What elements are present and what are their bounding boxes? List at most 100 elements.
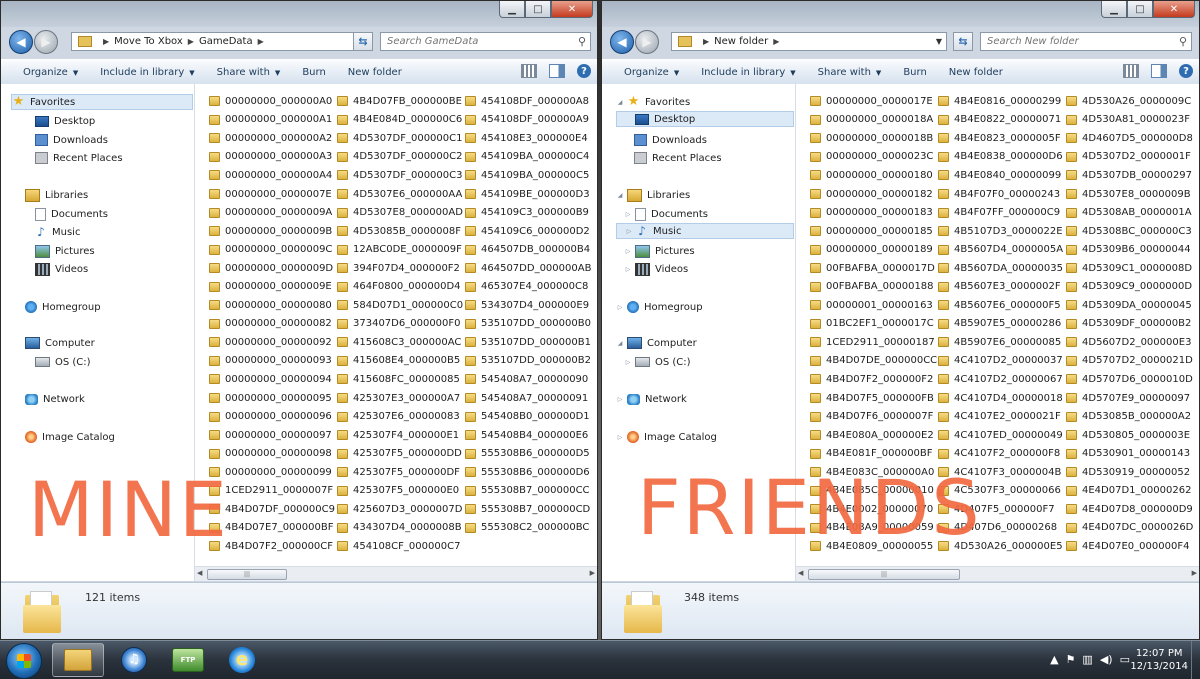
file-item[interactable]: 454108E3_000000E4 [465,129,593,148]
file-item[interactable]: 4D5307DF_000000C2 [337,148,465,167]
file-item[interactable]: 454109BA_000000C5 [465,166,593,185]
file-item[interactable]: 4B4F07F0_00000243 [938,185,1066,204]
file-item[interactable]: 00000000_00000099 [209,463,337,482]
file-item[interactable]: 4B4D07F5_000000FB [810,389,938,408]
file-item[interactable]: 415608C3_000000AC [337,333,465,352]
nav-videos[interactable]: Videos [35,261,88,277]
nav-libraries[interactable]: ◢ Libraries [616,187,690,203]
file-item[interactable]: 394F07D4_000000F2 [337,259,465,278]
file-item[interactable]: 01BC2EF1_0000017C [810,315,938,334]
file-item[interactable]: 4B4D07FB_000000BE [337,92,465,111]
file-item[interactable]: 4B4D07F2_000000F2 [810,370,938,389]
nav-libraries[interactable]: Libraries [25,187,88,203]
file-item[interactable]: 00000000_000000A4 [209,166,337,185]
file-item[interactable]: 4B4E085C_00000010 [810,481,938,500]
file-item[interactable]: 00000000_00000098 [209,444,337,463]
breadcrumb-item[interactable]: Move To Xbox [114,36,183,47]
file-item[interactable]: 4E4D07E0_000000F4 [1066,537,1194,556]
navigation-pane[interactable]: ★ Favorites Desktop Downloads Recent Plac… [1,84,195,581]
file-item[interactable]: 425307E3_000000A7 [337,389,465,408]
file-item[interactable]: 4D530A26_000000E5 [938,537,1066,556]
address-dropdown-icon[interactable]: ▼ [936,37,942,46]
file-item[interactable]: 4B4D07F6_0000007F [810,407,938,426]
file-item[interactable]: 4C4107D2_00000037 [938,352,1066,371]
nav-homegroup[interactable]: Homegroup [25,299,101,315]
file-item[interactable]: 4D5307E6_000000AA [337,185,465,204]
file-item[interactable]: 4D5307E8_000000AD [337,203,465,222]
file-item[interactable]: 4D530901_00000143 [1066,444,1194,463]
file-item[interactable]: 00000000_00000096 [209,407,337,426]
file-item[interactable]: 425307F5_000000DD [337,444,465,463]
file-item[interactable]: 535107DD_000000B0 [465,315,593,334]
file-item[interactable]: 4D53085B_0000008F [337,222,465,241]
power-icon[interactable]: ▭ [1120,653,1130,666]
nav-downloads[interactable]: Downloads [35,132,108,148]
nav-music[interactable]: ▷ ♪ Music [616,223,794,239]
nav-os-drive[interactable]: ▷ OS (C:) [624,354,691,370]
file-item[interactable]: 4D53085B_000000A2 [1066,407,1194,426]
navigation-pane[interactable]: ◢ ★ Favorites Desktop Downloads Recent Pla… [602,84,796,581]
file-item[interactable]: 454109BE_000000D3 [465,185,593,204]
file-item[interactable]: 1CED2911_0000007F [209,481,337,500]
nav-downloads[interactable]: Downloads [634,132,707,148]
file-item[interactable]: 4D5309B6_00000044 [1066,240,1194,259]
breadcrumb-item[interactable]: New folder [714,36,768,47]
file-item[interactable]: 00000001_00000163 [810,296,938,315]
nav-network[interactable]: Network [25,391,85,407]
search-icon[interactable]: ⚲ [1179,35,1187,48]
file-item[interactable]: 4C4107D4_00000018 [938,389,1066,408]
file-item[interactable]: 00000000_00000182 [810,185,938,204]
file-item[interactable]: 00000000_000000A2 [209,129,337,148]
file-item[interactable]: 545408A7_00000091 [465,389,593,408]
file-item[interactable]: 4D530805_0000003E [1066,426,1194,445]
file-item[interactable]: 555308B6_000000D6 [465,463,593,482]
file-item[interactable]: 4D5707D2_0000021D [1066,352,1194,371]
file-item[interactable]: 00000000_00000094 [209,370,337,389]
nav-documents[interactable]: ▷ Documents [624,206,708,222]
file-item[interactable]: 4D5307D2_0000001F [1066,148,1194,167]
file-item[interactable]: 4B4E083C_000000A0 [810,463,938,482]
file-item[interactable]: 4E4D07D1_00000262 [1066,481,1194,500]
nav-computer[interactable]: ◢ Computer [616,335,697,351]
file-item[interactable]: 454109BA_000000C4 [465,148,593,167]
nav-favorites[interactable]: ◢ ★ Favorites [616,94,690,110]
file-item[interactable]: 464507DB_000000B4 [465,240,593,259]
nav-computer[interactable]: Computer [25,335,95,351]
nav-image-catalog[interactable]: Image Catalog [25,429,115,445]
scroll-thumb[interactable]: ||| [808,569,960,580]
show-desktop-button[interactable] [1191,641,1200,679]
file-item[interactable]: 4C5307F3_00000066 [938,481,1066,500]
file-item[interactable]: 535107DD_000000B1 [465,333,593,352]
search-box[interactable]: ⚲ [380,32,591,51]
file-item[interactable]: 555308B7_000000CD [465,500,593,519]
address-bar[interactable]: ▶ Move To Xbox ▶ GameData ▶ ▼ [71,32,373,51]
file-item[interactable]: 454109C6_000000D2 [465,222,593,241]
file-item[interactable]: 4B5107D3_0000022E [938,222,1066,241]
file-item[interactable]: 00FBAFBA_00000188 [810,277,938,296]
organize-menu[interactable]: Organize ▼ [602,67,690,78]
file-item[interactable]: 00000000_00000080 [209,296,337,315]
file-item[interactable]: 00000000_0000018B [810,129,938,148]
refresh-button[interactable]: ⇆ [953,32,973,51]
nav-image-catalog[interactable]: ▷ Image Catalog [616,429,717,445]
file-item[interactable]: 4D407D6_00000268 [938,519,1066,538]
file-item[interactable]: 425607D3_0000007D [337,500,465,519]
maximize-button[interactable]: □ [1127,1,1153,18]
file-item[interactable]: 4B4E0840_00000099 [938,166,1066,185]
file-item[interactable]: 4D5307DF_000000C1 [337,129,465,148]
file-item[interactable]: 4B4E0838_000000D6 [938,148,1066,167]
file-item[interactable]: 00FBAFBA_0000017D [810,259,938,278]
organize-menu[interactable]: Organize ▼ [1,67,89,78]
file-item[interactable]: 4C4107D2_00000067 [938,370,1066,389]
address-bar[interactable]: ▶ New folder ▶ ▼ [671,32,947,51]
file-item[interactable]: 00000000_0000009C [209,240,337,259]
action-center-icon[interactable]: ⚑ [1066,653,1076,666]
file-item[interactable]: 4D5707E9_00000097 [1066,389,1194,408]
file-item[interactable]: 12ABC0DE_0000009F [337,240,465,259]
file-item[interactable]: 4D5308BC_000000C3 [1066,222,1194,241]
file-item[interactable]: 4C4107F2_000000F8 [938,444,1066,463]
include-in-library-menu[interactable]: Include in library ▼ [89,67,205,78]
file-item[interactable]: 415608E4_000000B5 [337,352,465,371]
new-folder-button[interactable]: New folder [337,67,413,78]
explorer-window-right[interactable]: ▁ □ ✕ ◀ ▶ ▶ New folder ▶ ▼ ⇆ ⚲ Organize▼… [601,0,1200,640]
